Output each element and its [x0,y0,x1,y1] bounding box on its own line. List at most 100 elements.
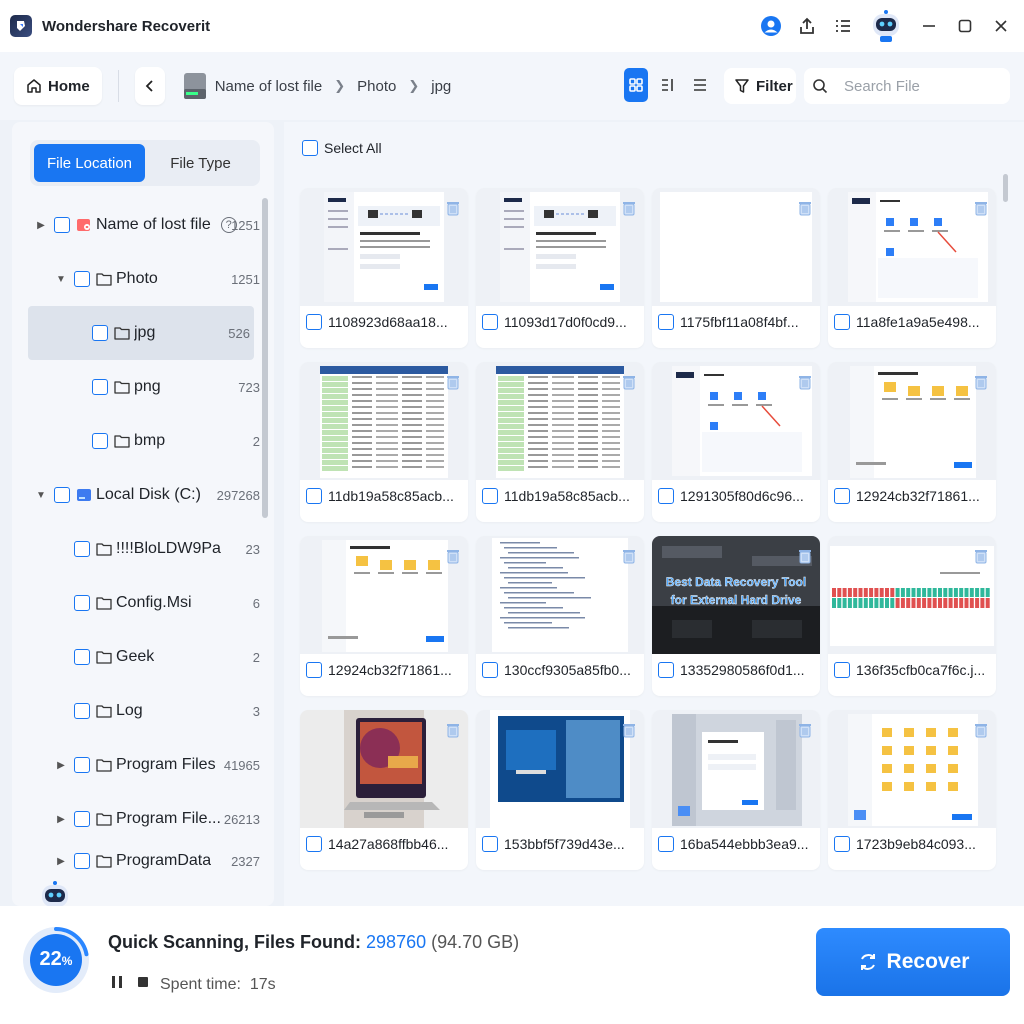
file-card[interactable]: 14a27a868ffbb46... [300,710,468,870]
file-card[interactable]: 1108923d68aa18... [300,188,468,348]
tree-checkbox[interactable] [74,757,90,773]
tree-checkbox[interactable] [74,271,90,287]
file-card[interactable]: 12924cb32f71861... [300,536,468,696]
file-card[interactable]: Best Data Recovery Tool for External Har… [652,536,820,696]
tree-item[interactable]: ▶ Name of lost file? 1251 [12,198,264,252]
tree-item[interactable]: Config.Msi 6 [12,576,264,630]
file-checkbox[interactable] [834,488,850,504]
file-thumbnail[interactable] [300,710,468,828]
tab-file-type[interactable]: File Type [145,144,256,182]
main-scrollbar[interactable] [1003,174,1008,202]
file-checkbox[interactable] [482,314,498,330]
file-checkbox[interactable] [482,488,498,504]
expand-arrow-icon[interactable]: ▶ [54,814,68,825]
file-thumbnail[interactable] [300,362,468,480]
tree-checkbox[interactable] [92,325,108,341]
account-icon[interactable] [760,15,782,37]
select-all[interactable]: Select All [302,140,382,156]
file-card[interactable]: 153bbf5f739d43e... [476,710,644,870]
select-all-checkbox[interactable] [302,140,318,156]
expand-arrow-icon[interactable]: ▶ [34,220,48,231]
file-thumbnail[interactable] [652,188,820,306]
file-thumbnail[interactable] [828,710,996,828]
file-card[interactable]: 11093d17d0f0cd9... [476,188,644,348]
file-thumbnail[interactable] [476,710,644,828]
tree-checkbox[interactable] [54,217,70,233]
file-checkbox[interactable] [834,836,850,852]
tree-checkbox[interactable] [74,595,90,611]
grid-view-button[interactable] [624,68,648,102]
tree-checkbox[interactable] [92,433,108,449]
file-card[interactable]: 11db19a58c85acb... [300,362,468,522]
file-card[interactable]: 12924cb32f71861... [828,362,996,522]
detail-view-button[interactable] [656,68,680,102]
file-card[interactable]: 1175fbf11a08f4bf... [652,188,820,348]
file-checkbox[interactable] [482,662,498,678]
file-thumbnail[interactable] [476,188,644,306]
collapse-arrow-icon[interactable]: ▼ [54,274,68,285]
tree-checkbox[interactable] [74,811,90,827]
tree-checkbox[interactable] [74,853,90,869]
list-view-button[interactable] [688,68,712,102]
file-checkbox[interactable] [482,836,498,852]
file-checkbox[interactable] [658,662,674,678]
tree-item[interactable]: Geek 2 [12,630,264,684]
tree-item[interactable]: png 723 [12,360,264,414]
file-thumbnail[interactable] [652,710,820,828]
maximize-icon[interactable] [954,15,976,37]
file-thumbnail[interactable] [300,536,468,654]
tree-item[interactable]: !!!!BloLDW9Pa 23 [12,522,264,576]
breadcrumb-item[interactable]: Name of lost file [215,78,323,95]
expand-arrow-icon[interactable]: ▶ [54,760,68,771]
tree-checkbox[interactable] [54,487,70,503]
menu-list-icon[interactable] [832,15,854,37]
tree-item[interactable]: ▼ Photo 1251 [12,252,264,306]
file-thumbnail[interactable] [828,362,996,480]
pause-icon[interactable] [110,974,124,990]
recover-button[interactable]: Recover [816,928,1010,996]
tree-item[interactable]: ▶ Program Files 41965 [12,738,264,792]
file-checkbox[interactable] [834,314,850,330]
file-thumbnail[interactable] [828,536,996,654]
collapse-arrow-icon[interactable]: ▼ [34,490,48,501]
tree-item[interactable]: ▶ ProgramData 2327 [12,846,264,876]
file-checkbox[interactable] [306,836,322,852]
breadcrumb-item[interactable]: Photo [357,78,396,95]
search-box[interactable] [804,68,1010,104]
assistant-robot-icon[interactable] [868,8,904,44]
file-checkbox[interactable] [306,488,322,504]
tree-checkbox[interactable] [74,541,90,557]
file-card[interactable]: 1723b9eb84c093... [828,710,996,870]
file-thumbnail[interactable] [652,362,820,480]
file-card[interactable]: 11a8fe1a9a5e498... [828,188,996,348]
expand-arrow-icon[interactable]: ▶ [54,856,68,867]
file-card[interactable]: 11db19a58c85acb... [476,362,644,522]
file-checkbox[interactable] [658,314,674,330]
filter-button[interactable]: Filter [724,68,796,104]
file-checkbox[interactable] [834,662,850,678]
file-thumbnail[interactable] [300,188,468,306]
file-card[interactable]: 1291305f80d6c96... [652,362,820,522]
tree-checkbox[interactable] [92,379,108,395]
breadcrumb-item[interactable]: jpg [431,78,451,95]
home-button[interactable]: Home [14,67,102,105]
tree-item[interactable]: Log 3 [12,684,264,738]
file-thumbnail[interactable]: Best Data Recovery Tool for External Har… [652,536,820,654]
file-thumbnail[interactable] [476,536,644,654]
back-button[interactable] [134,67,165,105]
file-card[interactable]: 16ba544ebbb3ea9... [652,710,820,870]
file-checkbox[interactable] [658,836,674,852]
file-checkbox[interactable] [306,314,322,330]
tree-item[interactable]: bmp 2 [12,414,264,468]
file-checkbox[interactable] [658,488,674,504]
tab-file-location[interactable]: File Location [34,144,145,182]
tree-checkbox[interactable] [74,703,90,719]
tree-item[interactable]: ▶ Program File... 26213 [12,792,264,846]
file-thumbnail[interactable] [828,188,996,306]
minimize-icon[interactable] [918,15,940,37]
file-card[interactable]: 136f35cfb0ca7f6c.j... [828,536,996,696]
close-icon[interactable] [990,15,1012,37]
tree-item[interactable]: ▼ Local Disk (C:) 297268 [12,468,264,522]
search-input[interactable] [844,77,994,95]
tree-item[interactable]: jpg 526 [28,306,254,360]
